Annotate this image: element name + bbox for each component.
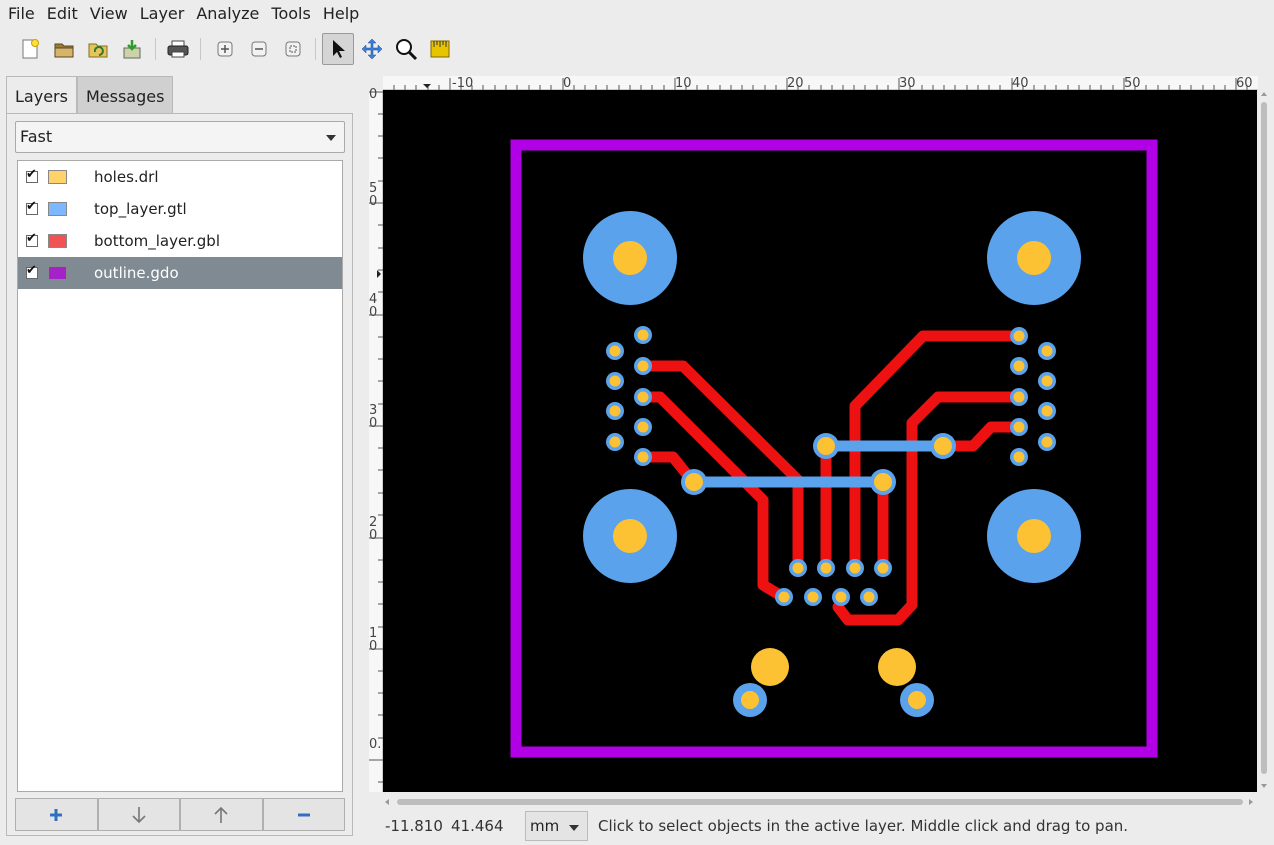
- pointer-icon: [333, 40, 345, 58]
- layer-color-swatch[interactable]: [48, 234, 67, 248]
- menu-file[interactable]: File: [2, 0, 41, 28]
- revert-button[interactable]: [84, 35, 112, 63]
- ruler-label: 0: [369, 87, 378, 102]
- unit-value: mm: [530, 817, 560, 835]
- open-project-icon: [54, 43, 74, 58]
- tab-messages[interactable]: Messages: [76, 76, 174, 114]
- pan-tool-button[interactable]: [358, 35, 386, 63]
- menu-view[interactable]: View: [84, 0, 134, 28]
- toolbar: [0, 30, 1274, 68]
- ruler-label: 20: [787, 76, 804, 91]
- layer-row-holes[interactable]: ✔ holes.drl: [18, 161, 342, 193]
- ruler-label: 0.: [369, 737, 382, 752]
- ruler-label: 10: [675, 76, 692, 91]
- layer-color-swatch[interactable]: [48, 170, 67, 184]
- render-mode-value: Fast: [20, 127, 53, 146]
- chevron-down-icon: [569, 825, 579, 831]
- print-icon: [167, 40, 189, 58]
- ruler-label: 3 0: [369, 403, 378, 431]
- pointer-tool-button[interactable]: [322, 33, 354, 65]
- ruler-label: 1 0: [369, 626, 378, 654]
- cursor-y-coordinate: 41.464: [451, 817, 504, 835]
- layer-visibility-checkbox[interactable]: ✔: [26, 263, 38, 279]
- layers-panel: Layers Messages Fast ✔ holes.drl ✔ top_l…: [6, 76, 354, 836]
- layer-row-top-layer[interactable]: ✔ top_layer.gtl: [18, 193, 342, 225]
- save-icon: [123, 40, 141, 59]
- zoom-tool-button[interactable]: [392, 35, 420, 63]
- pan-icon: [361, 38, 383, 60]
- ruler-label: 40: [1012, 76, 1029, 91]
- measure-tool-button[interactable]: [426, 35, 454, 63]
- layer-row-bottom-layer[interactable]: ✔ bottom_layer.gbl: [18, 225, 342, 257]
- ruler-label: 4 0: [369, 292, 378, 320]
- connector-pads: [775, 559, 892, 606]
- layer-row-outline[interactable]: ✔ outline.gdo: [18, 257, 342, 289]
- zoom-tool-icon: [396, 39, 418, 61]
- ruler-label: -10: [452, 76, 474, 91]
- layer-name: top_layer.gtl: [94, 200, 187, 218]
- layers-tab-body: Fast ✔ holes.drl ✔ top_layer.gtl ✔ botto…: [6, 113, 353, 836]
- checkmark-icon: ✔: [26, 199, 37, 214]
- vertical-ruler: 0 5 0 4 0 3 0 2 0 1 0 0.: [369, 87, 383, 792]
- toolbar-separator: [200, 38, 201, 60]
- menu-bar: File Edit View Layer Analyze Tools Help: [0, 0, 1274, 28]
- menu-tools[interactable]: Tools: [265, 0, 316, 28]
- chevron-down-icon: [326, 135, 336, 141]
- horizontal-ruler: -10 0 10 20 30 40 50 60: [383, 76, 1258, 90]
- menu-analyze[interactable]: Analyze: [190, 0, 265, 28]
- cursor-x-coordinate: -11.810: [385, 817, 443, 835]
- checkmark-icon: ✔: [26, 263, 37, 278]
- zoom-fit-button[interactable]: [279, 35, 307, 63]
- unit-select[interactable]: mm: [525, 811, 588, 841]
- checkmark-icon: ✔: [26, 167, 37, 182]
- toolbar-separator: [155, 38, 156, 60]
- measure-tool-icon: [430, 40, 450, 58]
- pcb-render: [510, 139, 1158, 758]
- save-button[interactable]: [118, 35, 146, 63]
- zoom-out-button[interactable]: [245, 35, 273, 63]
- print-button[interactable]: [164, 35, 192, 63]
- horizontal-scrollbar-track: [385, 799, 1253, 805]
- new-project-button[interactable]: [16, 35, 44, 63]
- menu-edit[interactable]: Edit: [41, 0, 84, 28]
- vertical-scrollbar[interactable]: [1259, 90, 1269, 792]
- checkmark-icon: ✔: [26, 231, 37, 246]
- ruler-label: 0: [563, 76, 572, 91]
- layer-color-swatch[interactable]: [48, 202, 67, 216]
- zoom-fit-icon: [285, 41, 301, 57]
- zoom-out-icon: [251, 41, 267, 57]
- layer-visibility-checkbox[interactable]: ✔: [26, 199, 38, 215]
- menu-layer[interactable]: Layer: [134, 0, 191, 28]
- tab-layers[interactable]: Layers: [6, 76, 77, 114]
- revert-icon: [88, 43, 108, 58]
- panel-tabs: Layers Messages: [6, 76, 174, 114]
- zoom-in-button[interactable]: [211, 35, 239, 63]
- render-mode-select[interactable]: Fast: [15, 121, 345, 153]
- layer-list: ✔ holes.drl ✔ top_layer.gtl ✔ bottom_lay…: [17, 160, 343, 792]
- new-project-icon: [22, 39, 39, 59]
- ruler-label: 2 0: [369, 515, 378, 543]
- layer-visibility-checkbox[interactable]: ✔: [26, 231, 38, 247]
- layer-visibility-checkbox[interactable]: ✔: [26, 167, 38, 183]
- layer-color-swatch[interactable]: [48, 266, 67, 280]
- layer-name: bottom_layer.gbl: [94, 232, 220, 250]
- gerber-canvas[interactable]: [383, 90, 1257, 792]
- ruler-label: 5 0: [369, 181, 378, 209]
- zoom-in-icon: [217, 41, 233, 57]
- status-bar: -11.810 41.464 mm Click to select object…: [0, 808, 1274, 845]
- status-message: Click to select objects in the active la…: [598, 817, 1129, 835]
- open-project-button[interactable]: [50, 35, 78, 63]
- ruler-label: 60: [1236, 76, 1253, 91]
- toolbar-separator: [315, 38, 316, 60]
- layer-name: outline.gdo: [94, 264, 179, 282]
- horizontal-scrollbar[interactable]: [383, 793, 1257, 805]
- ruler-label: 50: [1124, 76, 1141, 91]
- menu-help[interactable]: Help: [317, 0, 365, 28]
- layer-name: holes.drl: [94, 168, 159, 186]
- ruler-label: 30: [899, 76, 916, 91]
- vertical-scrollbar-track: [1261, 92, 1267, 788]
